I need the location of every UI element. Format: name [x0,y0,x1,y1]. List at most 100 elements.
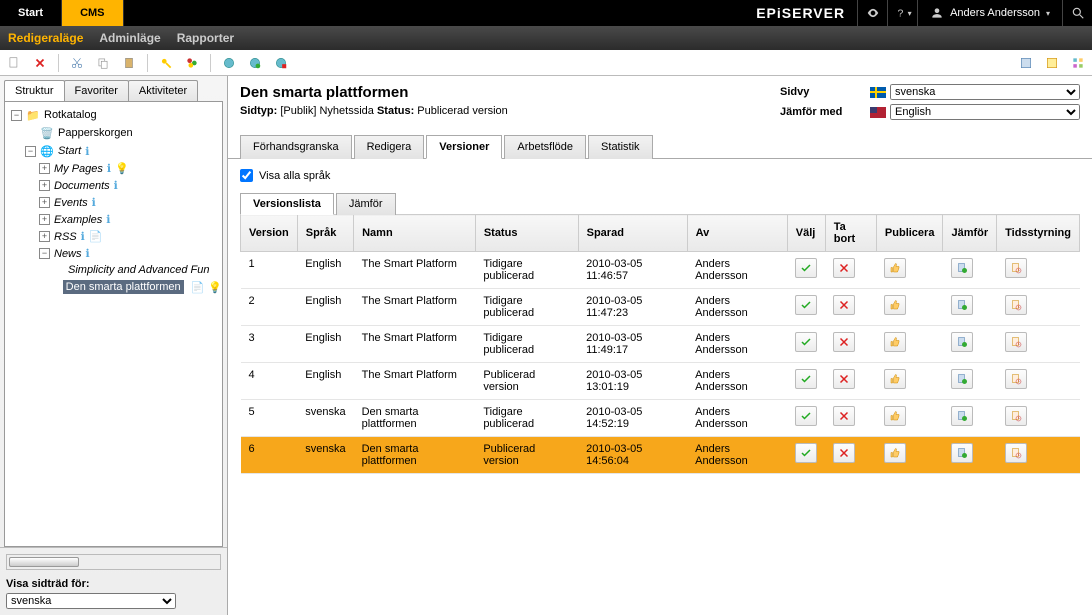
mode-reports[interactable]: Rapporter [177,31,234,45]
dynamic-icon[interactable] [182,53,202,73]
expander-icon[interactable]: + [39,163,50,174]
expander-icon[interactable]: + [39,197,50,208]
tree-documents[interactable]: Documents [54,180,110,192]
publish-button[interactable] [884,406,906,426]
tab-statistics[interactable]: Statistik [588,135,653,159]
compare-button[interactable] [951,406,973,426]
user-menu[interactable]: Anders Andersson ▾ [917,0,1062,26]
tree-events[interactable]: Events [54,197,88,209]
sidvy-select[interactable]: svenska [890,84,1080,100]
expander-icon[interactable]: − [11,110,22,121]
status-value: Publicerad version [417,105,508,117]
mode-admin[interactable]: Adminläge [99,31,160,45]
delete-icon[interactable] [30,53,50,73]
sidebar-tab-activities[interactable]: Aktiviteter [128,80,198,101]
schedule-button[interactable] [1005,369,1027,389]
tree-root[interactable]: Rotkatalog [44,109,97,121]
select-button[interactable] [795,406,817,426]
schedule-button[interactable] [1005,332,1027,352]
horizontal-scrollbar[interactable] [6,554,221,570]
tab-edit[interactable]: Redigera [354,135,425,159]
table-cell: Anders Andersson [687,437,787,474]
paste-icon[interactable] [119,53,139,73]
compare-button[interactable] [951,258,973,278]
tab-versions[interactable]: Versioner [426,135,502,159]
select-button[interactable] [795,258,817,278]
expander-icon[interactable]: + [39,231,50,242]
schedule-button[interactable] [1005,295,1027,315]
recycle-icon: 🗑️ [40,126,54,140]
delete-button[interactable] [833,295,855,315]
sidebar-tab-structure[interactable]: Struktur [4,80,65,101]
help-icon[interactable]: ?▾ [887,0,917,26]
show-tree-label: Visa sidträd för: [6,578,221,590]
sidebar-tab-favorites[interactable]: Favoriter [64,80,129,101]
eye-icon[interactable] [857,0,887,26]
schedule-button[interactable] [1005,443,1027,463]
publish-button[interactable] [884,369,906,389]
col-header: Av [687,215,787,252]
select-button[interactable] [795,295,817,315]
table-cell: English [297,363,353,400]
panel2-icon[interactable] [1042,53,1062,73]
compare-button[interactable] [951,369,973,389]
compare-button[interactable] [951,332,973,352]
expander-icon[interactable]: + [39,214,50,225]
tab-cms[interactable]: CMS [62,0,123,26]
tree-examples[interactable]: Examples [54,214,102,226]
new-page-icon[interactable] [4,53,24,73]
expander-icon[interactable]: + [39,180,50,191]
panel3-icon[interactable] [1068,53,1088,73]
inner-tab-compare[interactable]: Jämför [336,193,396,215]
publish-button[interactable] [884,295,906,315]
flag-se-icon [870,87,886,98]
tab-start[interactable]: Start [0,0,62,26]
delete-button[interactable] [833,443,855,463]
cut-icon[interactable] [67,53,87,73]
select-button[interactable] [795,369,817,389]
permissions-icon[interactable] [156,53,176,73]
inner-tab-versionlist[interactable]: Versionslista [240,193,334,215]
sidtyp-value: [Publik] Nyhetssida [280,105,374,117]
compare-button[interactable] [951,295,973,315]
globe3-icon[interactable] [271,53,291,73]
search-icon[interactable] [1062,0,1092,26]
show-tree-select[interactable]: svenska [6,593,176,609]
tab-workflow[interactable]: Arbetsflöde [504,135,586,159]
schedule-button[interactable] [1005,406,1027,426]
tree-den-smarta[interactable]: Den smarta plattformen [63,280,184,294]
publish-button[interactable] [884,443,906,463]
table-cell: Den smarta plattformen [354,400,476,437]
tree-recycle[interactable]: Papperskorgen [58,127,133,139]
expander-icon[interactable]: − [25,146,36,157]
schedule-button[interactable] [1005,258,1027,278]
select-button[interactable] [795,443,817,463]
tree-mypages[interactable]: My Pages [54,163,103,175]
globe1-icon[interactable] [219,53,239,73]
select-button[interactable] [795,332,817,352]
tree-news[interactable]: News [54,248,82,260]
globe2-icon[interactable] [245,53,265,73]
col-header: Språk [297,215,353,252]
col-header: Version [241,215,298,252]
panel1-icon[interactable] [1016,53,1036,73]
publish-button[interactable] [884,332,906,352]
col-header: Publicera [876,215,943,252]
delete-button[interactable] [833,332,855,352]
tree-simplicity[interactable]: Simplicity and Advanced Fun [68,264,209,276]
delete-button[interactable] [833,406,855,426]
delete-button[interactable] [833,258,855,278]
col-header: Sparad [578,215,687,252]
copy-icon[interactable] [93,53,113,73]
tree-start[interactable]: Start [58,145,81,157]
expander-icon[interactable]: − [39,248,50,259]
delete-button[interactable] [833,369,855,389]
mode-edit[interactable]: Redigeraläge [8,31,83,45]
tab-preview[interactable]: Förhandsgranska [240,135,352,159]
compare-button[interactable] [951,443,973,463]
info-icon: ℹ [92,196,96,209]
show-all-languages-checkbox[interactable] [240,169,253,182]
tree-rss[interactable]: RSS [54,231,77,243]
jamfor-select[interactable]: English [890,104,1080,120]
publish-button[interactable] [884,258,906,278]
